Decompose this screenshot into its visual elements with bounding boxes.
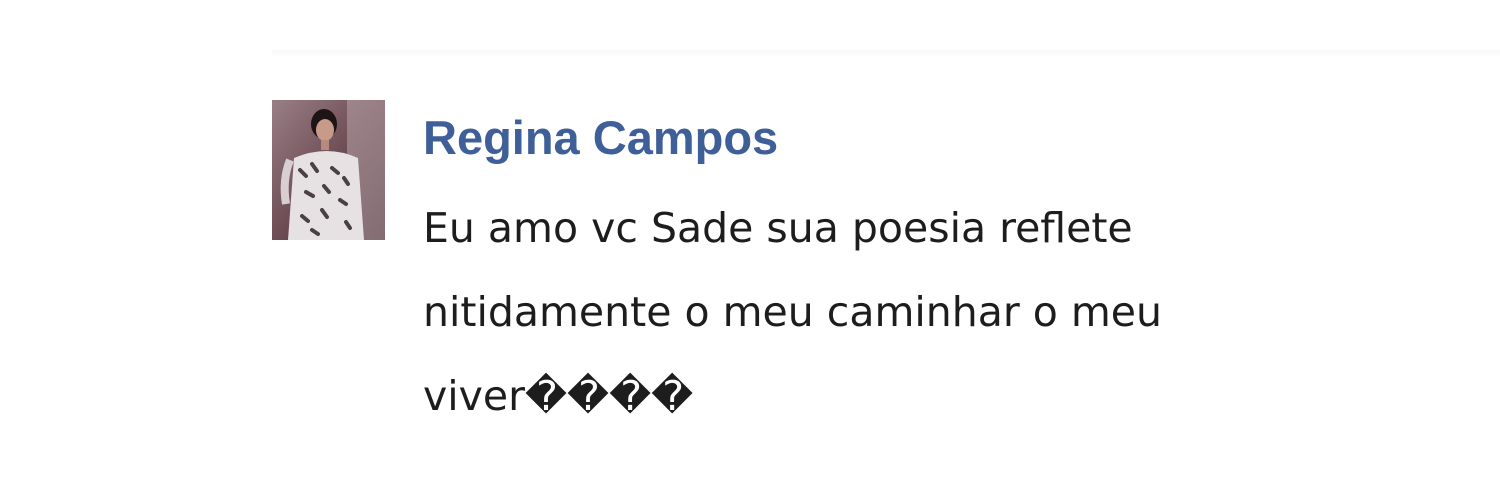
avatar[interactable] [272, 100, 385, 240]
comment-item: Regina Campos Eu amo vc Sade sua poesia … [272, 100, 1472, 460]
comment-text: Eu amo vc Sade sua poesia reflete nitida… [423, 204, 1163, 420]
author-name-link[interactable]: Regina Campos [423, 108, 1423, 168]
comment-screenshot: Regina Campos Eu amo vc Sade sua poesia … [0, 0, 1500, 500]
divider [272, 50, 1500, 58]
comment-body: Regina Campos Eu amo vc Sade sua poesia … [423, 108, 1423, 438]
profile-photo-icon [272, 100, 385, 240]
